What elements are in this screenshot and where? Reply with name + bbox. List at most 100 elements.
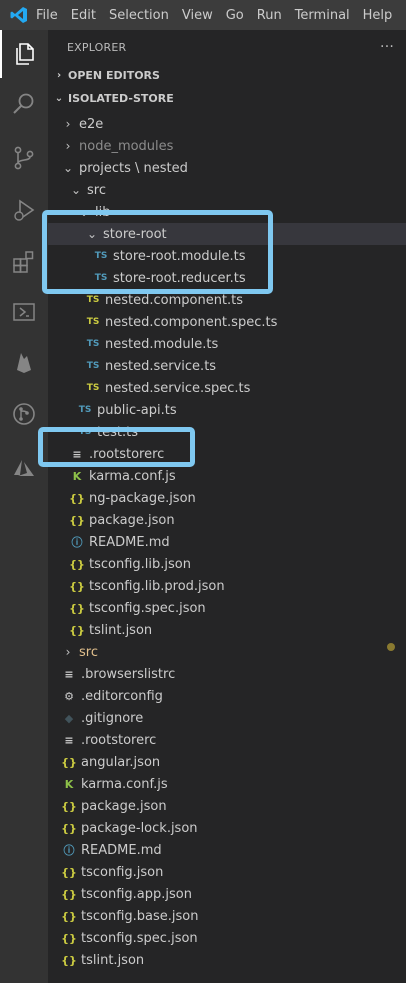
file-item[interactable]: TS nested.service.spec.ts <box>48 377 406 399</box>
search-icon[interactable] <box>0 80 48 128</box>
vscode-logo-icon <box>8 4 30 26</box>
chevron-down-icon: ⌄ <box>70 183 82 197</box>
item-label: package-lock.json <box>81 820 198 836</box>
file-item[interactable]: Kkarma.conf.js <box>48 465 406 487</box>
file-item[interactable]: ≡ .rootstorerc <box>48 729 406 751</box>
open-editors-section[interactable]: › OPEN EDITORS <box>48 64 406 86</box>
explorer-sidebar: EXPLORER ··· › OPEN EDITORS ⌄ ISOLATED-S… <box>48 30 406 983</box>
item-label: nested.service.spec.ts <box>105 380 251 396</box>
file-item[interactable]: {} tslint.json <box>48 619 406 641</box>
item-label: karma.conf.js <box>89 468 176 484</box>
json-icon: {} <box>69 513 85 527</box>
firebase-icon[interactable] <box>0 338 48 386</box>
chevron-right-icon: › <box>65 645 71 659</box>
item-label: README.md <box>89 534 170 550</box>
json-icon: {} <box>61 953 77 967</box>
more-actions-icon[interactable]: ··· <box>380 39 394 55</box>
file-item[interactable]: {} package-lock.json <box>48 817 406 839</box>
file-item[interactable]: {} tslint.json <box>48 949 406 971</box>
modified-indicator <box>387 643 395 651</box>
item-label: .editorconfig <box>81 688 163 704</box>
explorer-title: EXPLORER <box>67 40 127 54</box>
typescript-spec-icon: TS <box>86 383 100 393</box>
workspace-section[interactable]: ⌄ ISOLATED-STORE <box>48 87 406 109</box>
title-bar: File Edit Selection View Go Run Terminal… <box>0 0 406 30</box>
json-icon: {} <box>69 601 85 615</box>
file-item[interactable]: ⓘ README.md <box>48 839 406 861</box>
file-item[interactable]: TS nested.component.spec.ts <box>48 311 406 333</box>
chevron-right-icon: › <box>65 139 71 153</box>
menu-terminal[interactable]: Terminal <box>295 8 350 23</box>
item-label: src <box>87 182 106 198</box>
menu-selection[interactable]: Selection <box>109 8 169 23</box>
extensions-icon[interactable] <box>0 238 48 286</box>
item-label: nested.module.ts <box>105 336 219 352</box>
menu-edit[interactable]: Edit <box>71 8 96 23</box>
menu-file[interactable]: File <box>36 8 58 23</box>
karma-icon: K <box>72 469 82 483</box>
item-label: tsconfig.lib.prod.json <box>89 578 225 594</box>
menu-view[interactable]: View <box>182 8 213 23</box>
folder-item[interactable]: ⌄ src <box>48 179 406 201</box>
item-label: nested.service.ts <box>105 358 217 374</box>
workspace-label: ISOLATED-STORE <box>68 91 174 105</box>
folder-item[interactable]: › node_modules <box>48 135 406 157</box>
file-item[interactable]: {} tsconfig.base.json <box>48 905 406 927</box>
file-item[interactable]: TS public-api.ts <box>48 399 406 421</box>
open-editors-label: OPEN EDITORS <box>68 68 160 82</box>
item-label: tsconfig.lib.json <box>89 556 191 572</box>
file-item[interactable]: {} tsconfig.lib.prod.json <box>48 575 406 597</box>
json-icon: {} <box>61 755 77 769</box>
json-icon: {} <box>61 865 77 879</box>
folder-item[interactable]: ⌄ projects \ nested <box>48 157 406 179</box>
file-item[interactable]: TS nested.service.ts <box>48 355 406 377</box>
menu-help[interactable]: Help <box>363 8 393 23</box>
info-icon: ⓘ <box>71 536 83 549</box>
json-icon: {} <box>61 887 77 901</box>
file-icon: ≡ <box>64 667 74 681</box>
file-item[interactable]: {} ng-package.json <box>48 487 406 509</box>
file-item[interactable]: {} package.json <box>48 795 406 817</box>
file-item[interactable]: {} tsconfig.json <box>48 861 406 883</box>
file-item[interactable]: ≡ .browserslistrc <box>48 663 406 685</box>
remote-explorer-icon[interactable] <box>0 288 48 336</box>
item-label: tslint.json <box>81 952 145 968</box>
menu-run[interactable]: Run <box>257 8 282 23</box>
item-label: angular.json <box>81 754 161 770</box>
file-item[interactable]: ⚙ .editorconfig <box>48 685 406 707</box>
chevron-down-icon: ⌄ <box>62 161 74 175</box>
file-item[interactable]: {} tsconfig.spec.json <box>48 927 406 949</box>
chevron-right-icon: › <box>65 117 71 131</box>
info-icon: ⓘ <box>63 844 75 857</box>
folder-item[interactable]: › e2e <box>48 113 406 135</box>
file-item[interactable]: {} tsconfig.app.json <box>48 883 406 905</box>
typescript-icon: TS <box>86 339 100 349</box>
file-icon: ≡ <box>64 733 74 747</box>
file-item[interactable]: {} angular.json <box>48 751 406 773</box>
json-icon: {} <box>69 491 85 505</box>
file-item[interactable]: TS nested.module.ts <box>48 333 406 355</box>
item-label: nested.component.ts <box>105 292 244 308</box>
item-label: nested.component.spec.ts <box>105 314 278 330</box>
item-label: projects \ nested <box>79 160 188 176</box>
item-label: .browserslistrc <box>81 666 176 682</box>
item-label: .gitignore <box>81 710 144 726</box>
run-debug-icon[interactable] <box>0 186 48 234</box>
explorer-icon[interactable] <box>0 30 48 78</box>
file-item[interactable]: {} tsconfig.spec.json <box>48 597 406 619</box>
item-label: src <box>79 644 98 660</box>
item-label: tsconfig.json <box>81 864 164 880</box>
source-control-icon[interactable] <box>0 134 48 182</box>
menu-go[interactable]: Go <box>226 8 244 23</box>
file-item[interactable]: ⓘ README.md <box>48 531 406 553</box>
explorer-header: EXPLORER ··· <box>48 30 406 64</box>
file-item[interactable]: {} package.json <box>48 509 406 531</box>
file-item[interactable]: Kkarma.conf.js <box>48 773 406 795</box>
chevron-right-icon: › <box>56 69 62 81</box>
karma-icon: K <box>64 777 74 791</box>
folder-item[interactable]: › src <box>48 641 406 663</box>
json-icon: {} <box>61 931 77 945</box>
file-item[interactable]: ◆ .gitignore <box>48 707 406 729</box>
file-item[interactable]: {} tsconfig.lib.json <box>48 553 406 575</box>
highlight-rootstorerc <box>38 427 195 467</box>
